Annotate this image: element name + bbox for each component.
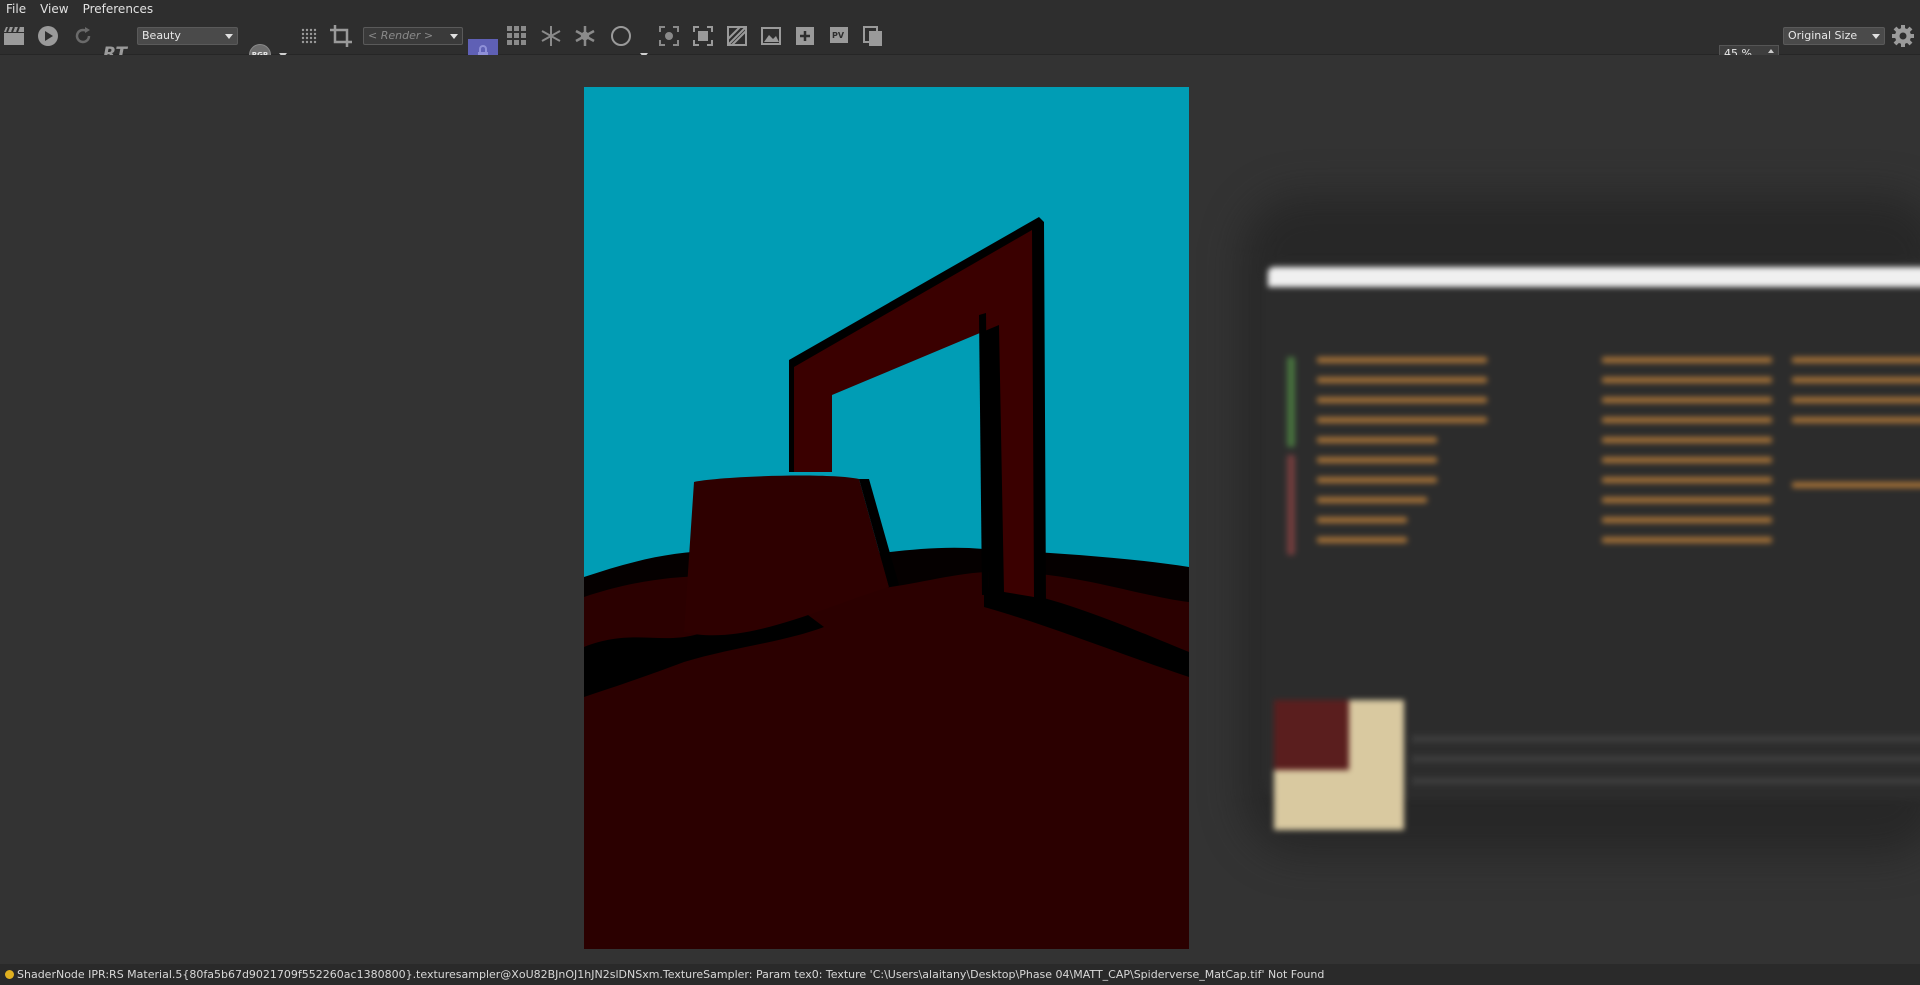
expand-icon[interactable] [690,24,716,48]
grid-dots-icon[interactable] [296,24,322,48]
render-image [584,87,1189,949]
chevron-down-icon [225,34,233,39]
aov-select-value: Beauty [142,29,181,42]
tile-grid-icon[interactable] [504,24,530,48]
render-viewport[interactable] [0,55,1920,962]
blurred-background-window [1242,195,1920,855]
image-icon[interactable] [758,24,784,48]
focus-icon[interactable] [656,24,682,48]
snowflake-bold-icon[interactable] [572,24,598,48]
camera-select-value: < Render > [368,29,434,42]
copy-icon[interactable] [860,24,886,48]
add-snapshot-icon[interactable] [792,24,818,48]
size-select[interactable]: Original Size [1783,27,1885,45]
toolbar: RT Beauty RGB < Render > PV [0,18,1920,69]
camera-select[interactable]: < Render > [363,27,463,45]
warning-indicator-icon [5,970,14,979]
refresh-icon[interactable] [70,24,96,48]
play-icon[interactable] [35,24,61,48]
circle-icon[interactable] [608,24,634,48]
status-message: ShaderNode IPR:RS Material.5{80fa5b67d90… [17,968,1325,981]
svg-text:PV: PV [832,31,845,40]
chevron-down-icon [1872,34,1880,39]
diagonal-icon[interactable] [724,24,750,48]
chevron-down-icon [450,34,458,39]
status-bar: ShaderNode IPR:RS Material.5{80fa5b67d90… [0,964,1920,985]
aov-select[interactable]: Beauty [137,27,238,45]
size-select-value: Original Size [1788,29,1858,42]
menu-bar: File View Preferences [0,0,1920,18]
menu-file[interactable]: File [0,0,33,18]
snowflake-icon[interactable] [538,24,564,48]
menu-preferences[interactable]: Preferences [76,0,161,18]
crop-icon[interactable] [328,24,354,48]
gear-icon[interactable] [1890,24,1916,48]
spin-up-icon[interactable] [1768,49,1774,53]
menu-view[interactable]: View [33,0,75,18]
clapper-icon[interactable] [1,24,27,48]
pv-icon[interactable]: PV [826,24,852,48]
